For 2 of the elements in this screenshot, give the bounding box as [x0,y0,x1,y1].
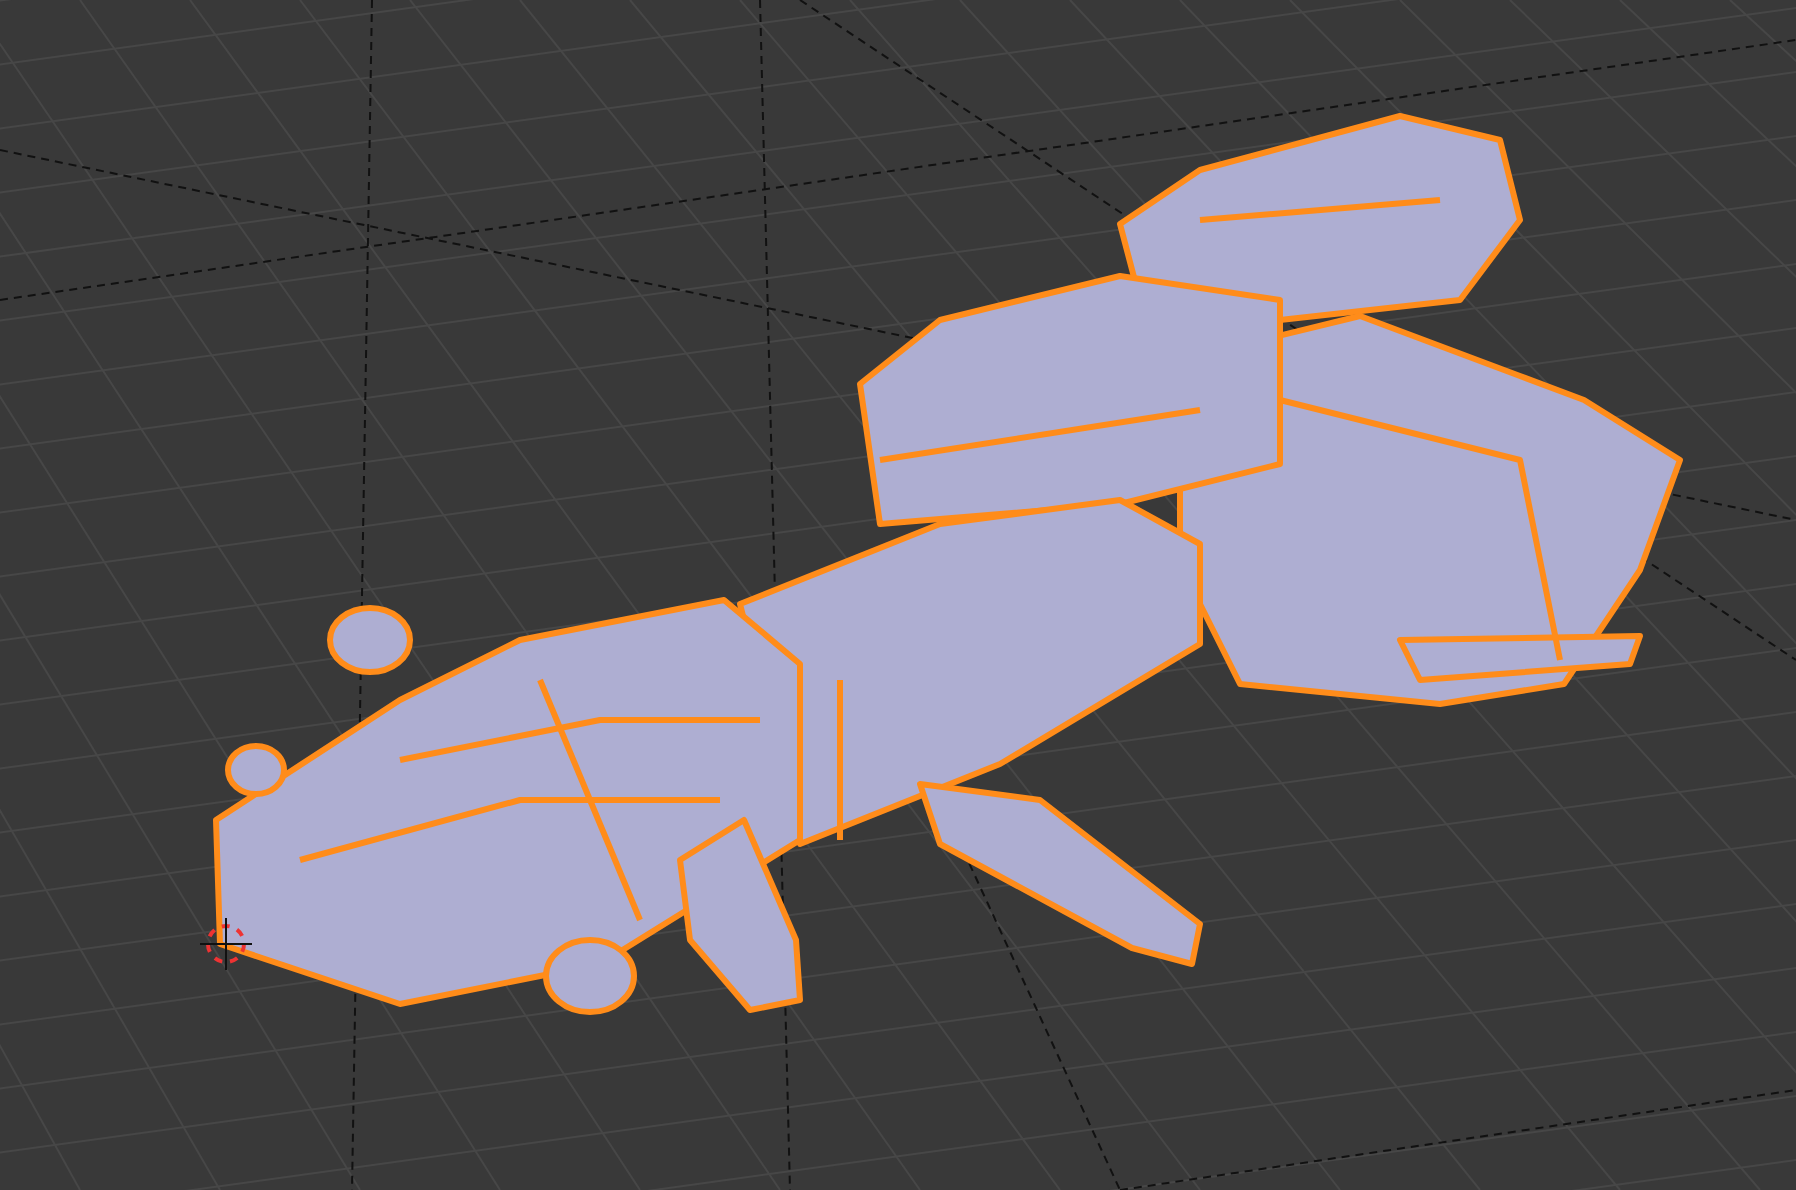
3d-cursor-icon[interactable] [199,917,253,971]
spaceship-model-drawing[interactable] [213,113,1683,1015]
